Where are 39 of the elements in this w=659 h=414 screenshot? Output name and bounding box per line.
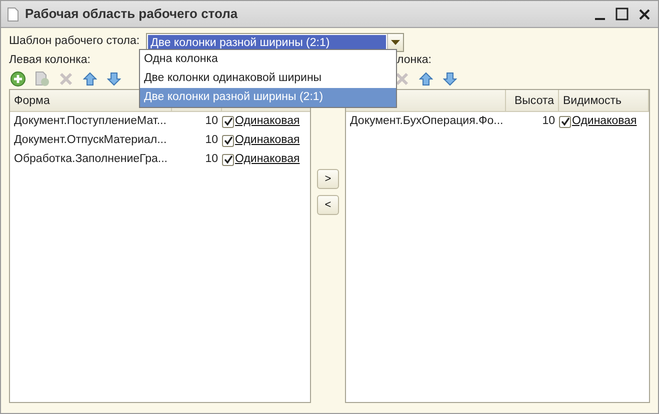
visibility-link[interactable]: Одинаковая [572, 112, 637, 130]
table-cell-text: Документ.ПоступлениеМат... [13, 114, 168, 129]
table-cell-text: Документ.ОтпускМатериал... [13, 132, 168, 148]
up-arrow-icon[interactable] [417, 70, 435, 88]
visibility-link[interactable]: Одинаковая [235, 112, 300, 130]
checkbox[interactable] [222, 116, 234, 128]
dropdown-option[interactable]: Одна колонка [140, 50, 396, 69]
up-arrow-icon[interactable] [81, 70, 99, 88]
table-cell-text: 10 [204, 152, 219, 167]
maximize-icon [615, 7, 629, 21]
column-header: Высота [506, 90, 559, 111]
visibility-link[interactable]: Одинаковая [235, 150, 300, 168]
template-label: Шаблон рабочего стола: [9, 34, 140, 50]
checkbox[interactable] [222, 134, 234, 146]
close-icon [638, 8, 650, 20]
maximize-button[interactable] [614, 6, 630, 22]
checkbox[interactable] [222, 154, 234, 166]
window-title: Рабочая область рабочего стола [25, 5, 238, 24]
document-icon [7, 6, 19, 22]
down-arrow-icon[interactable] [105, 70, 123, 88]
column-label: Левая колонка: [9, 54, 91, 66]
visibility-link[interactable]: Одинаковая [235, 132, 300, 150]
minimize-icon [595, 18, 605, 20]
table-cell-text: Обработка.ЗаполнениеГра... [13, 152, 168, 167]
dropdown-button[interactable] [386, 34, 403, 50]
add-icon[interactable] [9, 70, 27, 88]
column-label: лонка: [397, 54, 432, 66]
dropdown-option[interactable]: Две колонки одинаковой ширины [140, 69, 396, 88]
checkbox[interactable] [559, 116, 571, 128]
column-header: Видимость [559, 90, 649, 111]
caret-icon [390, 40, 400, 44]
down-arrow-icon[interactable] [441, 70, 459, 88]
move-button[interactable]: < [317, 195, 339, 215]
template-combobox[interactable]: Две колонки разной ширины (2:1) [146, 32, 404, 52]
table-cell-text: 10 [204, 114, 219, 129]
move-button[interactable]: > [317, 169, 339, 189]
table-cell-text: 10 [541, 114, 556, 129]
table-cell-text: 10 [204, 132, 219, 148]
table-cell-text: Документ.БухОперация.Фо... [349, 114, 504, 129]
